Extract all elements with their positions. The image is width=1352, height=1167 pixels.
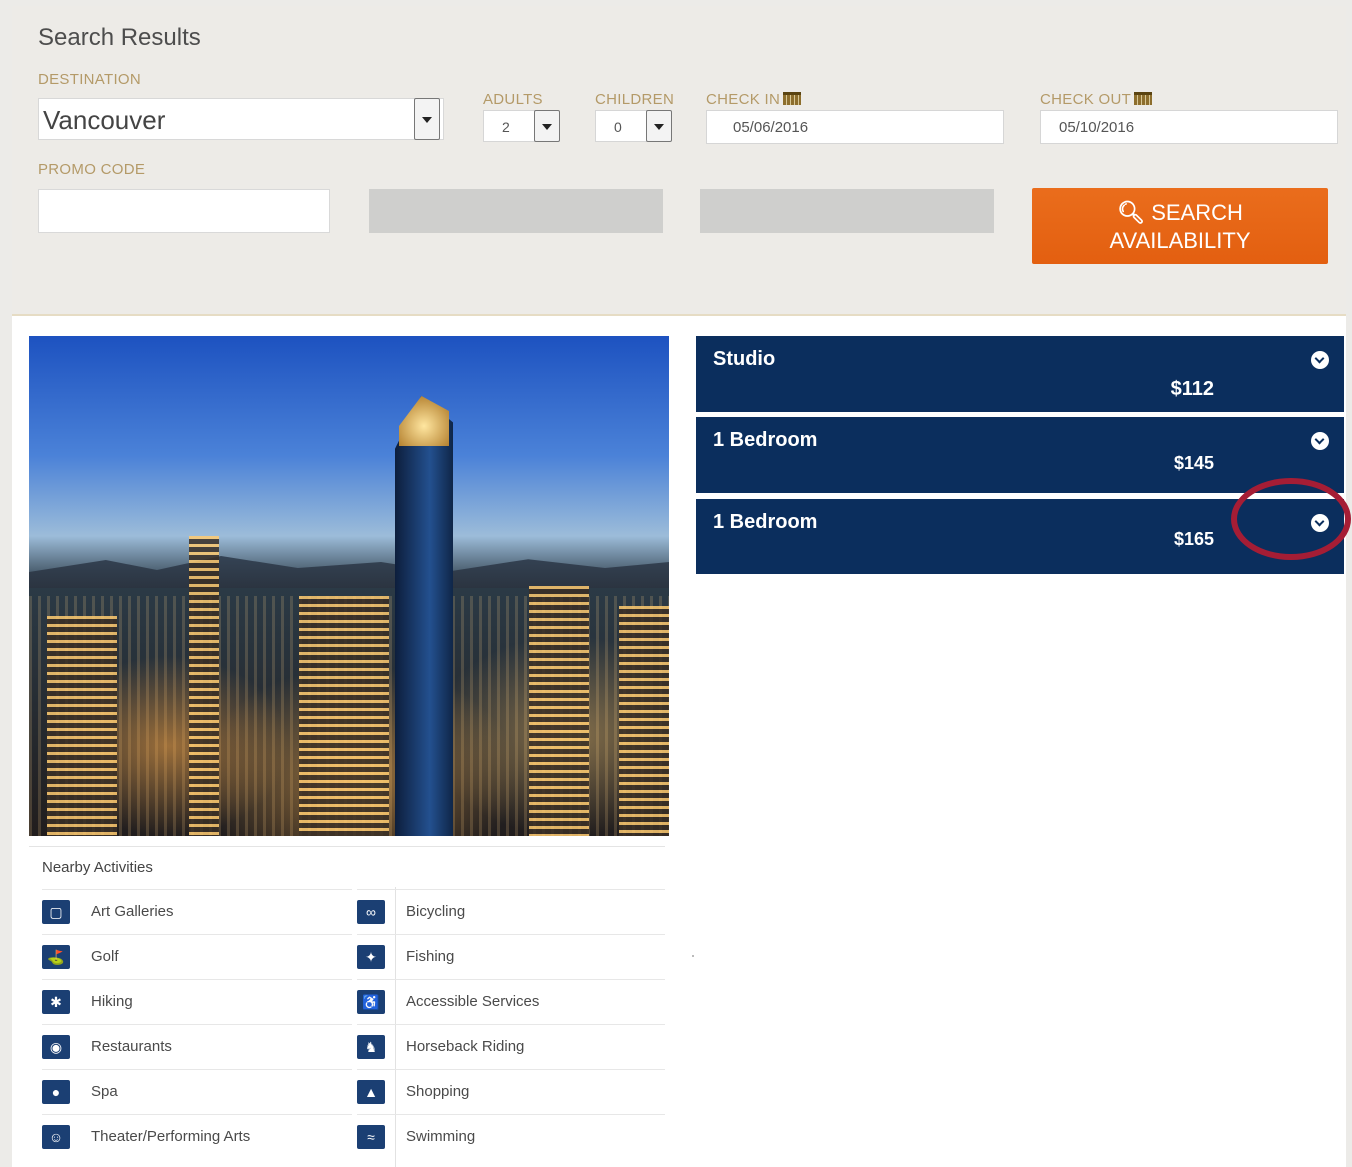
activity-item: ◉ Restaurants bbox=[42, 1024, 352, 1069]
checkin-label: CHECK IN bbox=[706, 91, 802, 108]
search-icon: 🔍︎ bbox=[1117, 200, 1146, 225]
activity-label: Accessible Services bbox=[406, 993, 540, 1010]
building-shape bbox=[189, 536, 219, 836]
activity-label: Shopping bbox=[406, 1083, 470, 1100]
destination-dropdown-icon[interactable] bbox=[414, 98, 440, 140]
activity-item: ▲ Shopping bbox=[357, 1069, 665, 1114]
activities-title: Nearby Activities bbox=[42, 859, 153, 876]
checkin-input[interactable]: 05/06/2016 bbox=[706, 110, 1004, 144]
wheelchair-icon: ♿ bbox=[357, 990, 385, 1014]
adults-label: ADULTS bbox=[483, 91, 543, 108]
plate-icon: ◉ bbox=[42, 1035, 70, 1059]
children-dropdown-icon[interactable] bbox=[646, 110, 672, 142]
activity-label: Fishing bbox=[406, 948, 455, 965]
room-price: $145 bbox=[1173, 453, 1214, 473]
room-name: 1 Bedroom bbox=[713, 429, 818, 451]
drop-icon: ● bbox=[42, 1080, 70, 1104]
activity-item: ☺ Theater/Performing Arts bbox=[42, 1114, 352, 1159]
building-shape bbox=[529, 586, 589, 836]
horse-icon: ♞ bbox=[357, 1035, 385, 1059]
children-value: 0 bbox=[614, 119, 622, 135]
activity-label: Spa bbox=[91, 1083, 118, 1100]
calendar-icon[interactable] bbox=[1134, 92, 1153, 105]
chevron-down-icon[interactable] bbox=[1311, 432, 1329, 450]
room-option-1-bedroom[interactable]: 1 Bedroom $145 bbox=[696, 417, 1344, 493]
city-skyline-photo bbox=[29, 336, 669, 836]
fish-icon: ✦ bbox=[357, 945, 385, 969]
activity-item: ∞ Bicycling bbox=[357, 889, 665, 934]
page-title: Search Results bbox=[38, 24, 201, 51]
building-shape bbox=[619, 606, 669, 836]
activity-label: Swimming bbox=[406, 1128, 476, 1145]
search-panel: Search Results DESTINATION Vancouver ADU… bbox=[12, 6, 1346, 316]
calendar-icon[interactable] bbox=[783, 92, 802, 105]
stray-dot bbox=[692, 955, 694, 957]
activity-label: Theater/Performing Arts bbox=[91, 1128, 251, 1145]
room-name: 1 Bedroom bbox=[713, 511, 818, 533]
adults-value: 2 bbox=[502, 119, 510, 135]
children-label: CHILDREN bbox=[595, 91, 675, 108]
highlight-circle bbox=[1231, 478, 1351, 560]
room-price: $165 bbox=[1173, 529, 1214, 549]
checkin-label-text: CHECK IN bbox=[706, 91, 781, 108]
tower-top-shape bbox=[399, 396, 449, 446]
activity-label: Restaurants bbox=[91, 1038, 172, 1055]
activity-item: ✦ Fishing bbox=[357, 934, 665, 979]
activity-label: Golf bbox=[91, 948, 119, 965]
search-button-line2: AVAILABILITY bbox=[1109, 228, 1251, 253]
activity-label: Horseback Riding bbox=[406, 1038, 525, 1055]
shop-icon: ▲ bbox=[357, 1080, 385, 1104]
bicycle-icon: ∞ bbox=[357, 900, 385, 924]
hiker-icon: ✱ bbox=[42, 990, 70, 1014]
activity-item: ✱ Hiking bbox=[42, 979, 352, 1024]
adults-dropdown-icon[interactable] bbox=[534, 110, 560, 142]
golf-icon: ⛳ bbox=[42, 945, 70, 969]
checkout-label: CHECK OUT bbox=[1040, 91, 1153, 108]
destination-select[interactable]: Vancouver bbox=[38, 98, 444, 140]
building-shape bbox=[47, 616, 117, 836]
room-name: Studio bbox=[713, 348, 776, 370]
tower-shape bbox=[395, 396, 453, 836]
destination-label: DESTINATION bbox=[38, 71, 142, 88]
checkout-label-text: CHECK OUT bbox=[1040, 91, 1132, 108]
nearby-activities: Nearby Activities ▢ Art Galleries ⛳ Golf… bbox=[29, 846, 665, 1167]
activity-label: Hiking bbox=[91, 993, 133, 1010]
empty-field-placeholder bbox=[369, 189, 663, 233]
checkout-input[interactable]: 05/10/2016 bbox=[1040, 110, 1338, 144]
swimmer-icon: ≈ bbox=[357, 1125, 385, 1149]
mountain-shape bbox=[29, 556, 669, 588]
masks-icon: ☺ bbox=[42, 1125, 70, 1149]
activity-label: Art Galleries bbox=[91, 903, 174, 920]
destination-value: Vancouver bbox=[43, 105, 166, 135]
empty-field-placeholder bbox=[700, 189, 994, 233]
activity-item: ≈ Swimming bbox=[357, 1114, 665, 1159]
room-option-studio[interactable]: Studio $112 bbox=[696, 336, 1344, 412]
promo-code-input[interactable] bbox=[38, 189, 330, 233]
building-shape bbox=[299, 596, 389, 836]
search-availability-button[interactable]: 🔍︎ SEARCH AVAILABILITY bbox=[1032, 188, 1328, 264]
activity-item: ● Spa bbox=[42, 1069, 352, 1114]
room-price: $112 bbox=[1170, 378, 1214, 400]
activity-label: Bicycling bbox=[406, 903, 466, 920]
activity-item: ♿ Accessible Services bbox=[357, 979, 665, 1024]
activity-item: ♞ Horseback Riding bbox=[357, 1024, 665, 1069]
search-button-line1: SEARCH bbox=[1151, 200, 1243, 225]
frame-icon: ▢ bbox=[42, 900, 70, 924]
activity-item: ⛳ Golf bbox=[42, 934, 352, 979]
chevron-down-icon[interactable] bbox=[1311, 351, 1329, 369]
activity-item: ▢ Art Galleries bbox=[42, 889, 352, 934]
promo-code-label: PROMO CODE bbox=[38, 161, 146, 178]
